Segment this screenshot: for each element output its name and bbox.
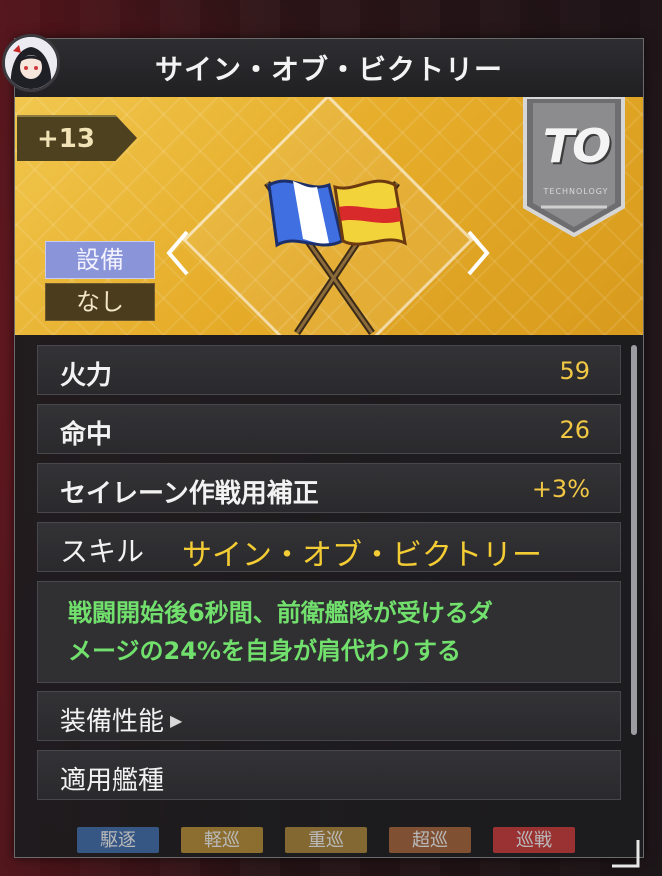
stat-value: 59 (559, 357, 590, 385)
skill-row: スキル サイン・オブ・ビクトリー (37, 522, 621, 573)
scrollbar[interactable] (631, 345, 637, 735)
scrollbar-thumb[interactable] (631, 345, 637, 735)
performance-text: 装備性能 (60, 707, 165, 737)
skill-name: サイン・オブ・ビクトリー (182, 538, 542, 573)
commander-avatar-icon[interactable] (2, 34, 60, 92)
ship-type-tag: 駆逐 (77, 827, 159, 853)
equipment-title: サイン・オブ・ビクトリー (154, 53, 503, 86)
stat-value: 26 (559, 416, 590, 444)
resize-corner-icon (612, 840, 640, 868)
avatar-icon (5, 37, 57, 89)
equipped-label: 設備 (45, 241, 155, 279)
performance-label: 装備性能 ▶ (60, 701, 182, 738)
skill-description-line2: メージの24%を自身が肩代わりする (68, 637, 461, 665)
stat-value: +3% (531, 475, 590, 503)
stat-label: 火力 (60, 361, 113, 391)
stat-label: セイレーン作戦用補正 (60, 479, 319, 509)
skill-description: 戦闘開始後6秒間、前衛艦隊が受けるダ メージの24%を自身が肩代わりする (37, 581, 621, 683)
ship-type-tags: 駆逐 軽巡 重巡 超巡 巡戦 (77, 827, 575, 853)
tier-sub: TECHNOLOGY (543, 187, 609, 196)
tier-letters: TO (542, 119, 611, 173)
stat-row-firepower: 火力 59 (37, 345, 621, 395)
stat-label: 命中 (60, 420, 113, 450)
ship-type-tag-label: 駆逐 (100, 830, 136, 851)
crossed-flags-icon (264, 179, 407, 335)
ship-types-label: 適用艦種 (60, 766, 165, 796)
equipment-detail-card: サイン・オブ・ビクトリー +13 TO TECHNOLOGY 設備 なし 火力 … (14, 38, 644, 858)
ship-type-tag-label: 重巡 (308, 830, 344, 851)
stat-row-siren-bonus: セイレーン作戦用補正 +3% (37, 463, 621, 513)
stats-list[interactable]: 火力 59 命中 26 セイレーン作戦用補正 +3% スキル サイン・オブ・ビク… (37, 345, 621, 809)
equipped-value: なし (45, 283, 155, 321)
triangle-right-icon: ▶ (170, 711, 183, 730)
enhance-level-badge: +13 (17, 115, 137, 161)
ship-type-tag: 超巡 (389, 827, 471, 853)
ship-type-tag-label: 軽巡 (204, 830, 240, 851)
chevron-left-icon[interactable] (165, 230, 191, 276)
equipment-hero: +13 TO TECHNOLOGY 設備 なし ★ ★ (15, 97, 643, 335)
skill-description-line1: 戦闘開始後6秒間、前衛艦隊が受けるダ (68, 599, 493, 627)
ship-type-tag-label: 超巡 (412, 830, 448, 851)
skill-label: スキル (60, 535, 145, 568)
ship-type-tag: 軽巡 (181, 827, 263, 853)
ship-type-tag: 巡戦 (493, 827, 575, 853)
stat-row-accuracy: 命中 26 (37, 404, 621, 454)
ship-type-tag-label: 巡戦 (516, 830, 552, 851)
performance-section-button[interactable]: 装備性能 ▶ (37, 691, 621, 741)
chevron-right-icon[interactable] (465, 230, 491, 276)
ship-type-tag: 重巡 (285, 827, 367, 853)
ship-types-section: 適用艦種 (37, 750, 621, 800)
title-bar: サイン・オブ・ビクトリー (15, 39, 643, 98)
